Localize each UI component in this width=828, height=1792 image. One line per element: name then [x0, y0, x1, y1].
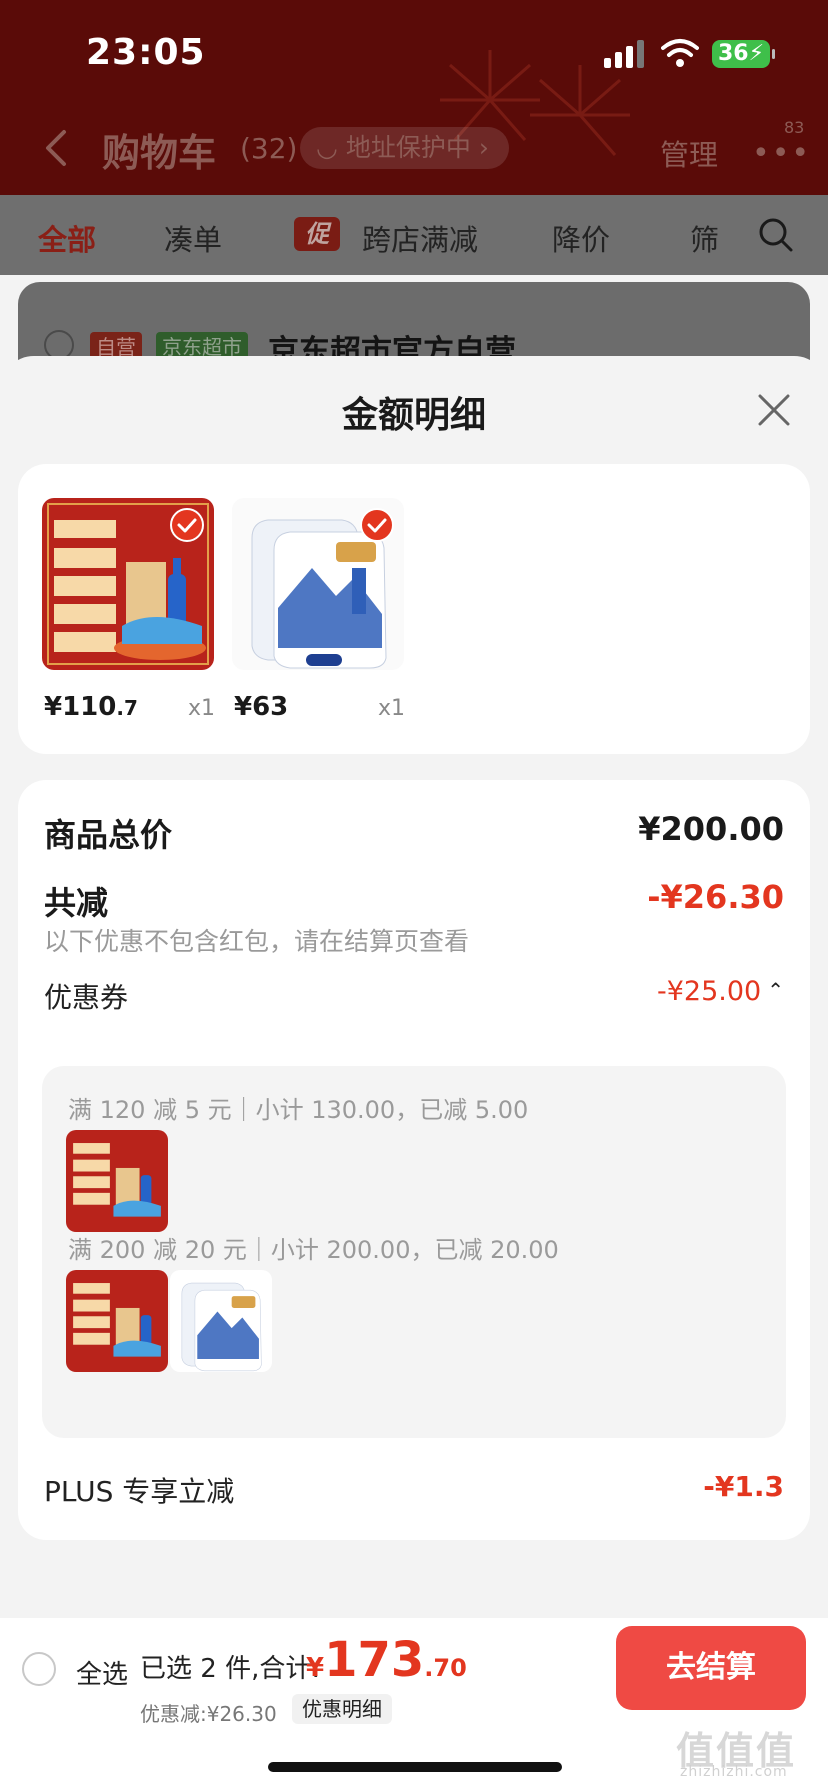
filter-price-drop[interactable]: 降价: [552, 217, 610, 259]
coupon-rule: 满 200 减 20 元｜小计 200.00，已减 20.00: [68, 1236, 559, 1264]
item-quantity: x1: [377, 696, 405, 721]
amount-detail-card: 商品总价 ¥200.00 共减 -¥26.30 以下优惠不包含红包，请在结算页查…: [18, 780, 810, 1540]
discount-label: 共减: [44, 884, 109, 922]
plus-discount-label: PLUS 专享立减: [44, 1475, 235, 1508]
checkout-button[interactable]: 去结算: [616, 1626, 806, 1710]
wifi-icon: [661, 39, 699, 67]
product-item[interactable]: ¥110.7 x1: [42, 498, 217, 722]
chevron-right-icon: ›: [478, 133, 489, 162]
product-thumbnail: [170, 1270, 272, 1372]
item-quantity: x1: [187, 696, 215, 721]
cart-nav-bar: 购物车 (32) ◡ 地址保护中 › 管理 ••• 83: [0, 110, 828, 190]
total-goods-label: 商品总价: [44, 816, 173, 854]
discount-note: 以下优惠不包含红包，请在结算页查看: [44, 927, 470, 956]
check-icon[interactable]: [170, 508, 204, 542]
filter-all[interactable]: 全部: [38, 217, 96, 259]
home-indicator[interactable]: [268, 1762, 562, 1772]
chevron-up-icon: ⌃: [767, 978, 784, 1002]
product-thumbnail: [66, 1270, 168, 1372]
watermark-url: zhizhizhi.com: [680, 1764, 788, 1780]
coupon-label: 优惠券: [44, 981, 129, 1014]
amount-detail-sheet: 金额明细 ¥110.7 x1 ¥63 x1 商品总价 ¥200.00 共减 -¥…: [0, 356, 828, 1792]
close-icon[interactable]: [756, 392, 792, 428]
charging-icon: ⚡: [748, 41, 765, 66]
filter-cross-store[interactable]: 跨店满减: [362, 217, 478, 259]
coupon-rule: 满 120 减 5 元｜小计 130.00，已减 5.00: [68, 1096, 529, 1124]
plus-discount-value: -¥1.3: [703, 1470, 784, 1503]
selected-items-card: ¥110.7 x1 ¥63 x1: [18, 464, 810, 754]
product-image-milk-powder: [232, 498, 404, 670]
promo-tag: 促: [294, 217, 340, 251]
discount-value: -¥26.30: [647, 878, 784, 916]
selected-count-label: 已选 2 件,合计:: [140, 1654, 321, 1684]
manage-button[interactable]: 管理: [660, 132, 718, 174]
filter-combine[interactable]: 凑单: [164, 217, 222, 259]
checkout-bar: 全选 已选 2 件,合计: ¥173.70 优惠减:¥26.30 优惠明细 去结…: [0, 1618, 828, 1792]
discount-detail-button[interactable]: 优惠明细: [292, 1694, 392, 1724]
item-price: ¥110.7: [44, 692, 138, 722]
page-title: 购物车: [102, 131, 217, 175]
filter-filter[interactable]: 筛: [690, 217, 719, 259]
cart-count: (32): [240, 132, 298, 165]
item-price: ¥63: [234, 692, 289, 722]
address-protect-button[interactable]: ◡ 地址保护中 ›: [300, 127, 509, 169]
product-thumbnail: [66, 1130, 168, 1232]
status-time: 23:05: [86, 32, 206, 73]
total-amount: ¥173.70: [306, 1632, 467, 1688]
coupon-breakdown: 满 120 减 5 元｜小计 130.00，已减 5.00 满 200 减 20…: [42, 1066, 786, 1438]
filter-bar: 全部 凑单 促 跨店满减 降价 筛: [0, 195, 828, 275]
more-icon[interactable]: •••: [752, 136, 811, 171]
check-icon[interactable]: [360, 508, 394, 542]
search-icon[interactable]: [758, 217, 794, 253]
total-goods-value: ¥200.00: [638, 810, 784, 848]
back-icon[interactable]: [42, 128, 70, 168]
select-all-label[interactable]: 全选: [76, 1654, 128, 1691]
smile-icon: ◡: [316, 133, 338, 162]
cellular-signal-icon: [604, 40, 644, 68]
product-item[interactable]: ¥63 x1: [232, 498, 407, 722]
message-badge: 83: [784, 118, 805, 137]
coupon-toggle[interactable]: -¥25.00 ⌃: [657, 976, 784, 1007]
coupon-value: -¥25.00: [657, 976, 762, 1007]
select-all-radio[interactable]: [22, 1652, 56, 1686]
battery-indicator: 36⚡: [712, 40, 775, 68]
address-protect-label: 地址保护中: [345, 133, 471, 162]
discount-summary: 优惠减:¥26.30: [140, 1702, 277, 1726]
product-image-liquor: [42, 498, 214, 670]
status-bar: 23:05 36⚡: [0, 0, 828, 110]
sheet-title: 金额明细: [341, 395, 486, 436]
